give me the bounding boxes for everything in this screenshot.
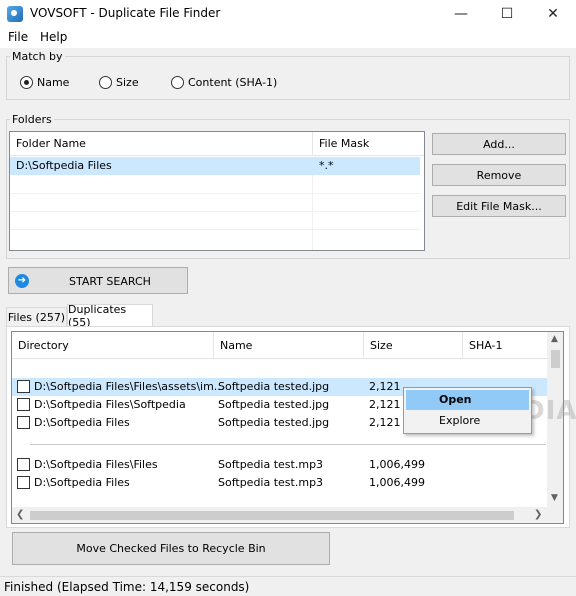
size-cell: 2,121	[369, 380, 401, 393]
tab-files[interactable]: Files (257)	[6, 307, 67, 327]
file-mask-cell: *.*	[319, 159, 334, 172]
scroll-down-icon[interactable]: ▼	[551, 493, 558, 503]
match-size-radio[interactable]: Size	[99, 76, 139, 89]
folders-table[interactable]: Folder Name File Mask D:\Softpedia Files…	[9, 131, 425, 251]
radio-unselected-icon	[171, 76, 184, 89]
match-content-radio[interactable]: Content (SHA-1)	[171, 76, 277, 89]
start-search-button[interactable]: ➜ START SEARCH	[8, 267, 188, 294]
match-name-label: Name	[37, 76, 70, 89]
window-title: VOVSOFT - Duplicate File Finder	[30, 6, 221, 20]
col-file-mask[interactable]: File Mask	[313, 132, 424, 156]
start-search-label: START SEARCH	[69, 275, 151, 288]
scroll-up-icon[interactable]: ▲	[551, 334, 558, 344]
name-cell: Softpedia test.mp3	[218, 476, 324, 489]
row-divider	[10, 193, 420, 194]
row-checkbox[interactable]	[17, 380, 30, 393]
tab-duplicates[interactable]: Duplicates (55)	[67, 303, 153, 329]
col-directory[interactable]: Directory	[12, 332, 214, 359]
col-size[interactable]: Size	[364, 332, 463, 359]
scroll-right-icon[interactable]: ❯	[534, 509, 542, 520]
directory-cell: D:\Softpedia Files\Files\assets\im...	[34, 380, 225, 393]
match-content-label: Content (SHA-1)	[188, 76, 278, 89]
directory-cell: D:\Softpedia Files	[34, 416, 130, 429]
minimize-button[interactable]: —	[438, 0, 484, 28]
column-divider	[312, 175, 313, 250]
scrollbar-corner	[547, 507, 563, 523]
col-sha1[interactable]: SHA-1	[463, 332, 548, 359]
context-open[interactable]: Open	[406, 390, 529, 410]
name-cell: Softpedia test.mp3	[218, 458, 324, 471]
horizontal-scrollbar[interactable]: ❮ ❯	[12, 507, 547, 523]
row-checkbox[interactable]	[17, 398, 30, 411]
scroll-left-icon[interactable]: ❮	[16, 509, 24, 520]
result-row[interactable]: D:\Softpedia Files\Files Softpedia test.…	[12, 456, 548, 474]
title-bar: VOVSOFT - Duplicate File Finder — ☐ ✕	[0, 0, 576, 28]
status-bar: Finished (Elapsed Time: 14,159 seconds)	[0, 576, 576, 596]
size-cell: 2,121	[369, 416, 401, 429]
row-checkbox[interactable]	[17, 416, 30, 429]
name-cell: Softpedia tested.jpg	[218, 416, 330, 429]
match-by-label: Match by	[10, 50, 65, 63]
edit-file-mask-button[interactable]: Edit File Mask...	[432, 195, 566, 217]
size-cell: 1,006,499	[369, 476, 425, 489]
size-cell: 1,006,499	[369, 458, 425, 471]
menu-help[interactable]: Help	[40, 30, 67, 44]
col-name[interactable]: Name	[214, 332, 364, 359]
radio-unselected-icon	[99, 76, 112, 89]
folder-name-cell: D:\Softpedia Files	[16, 159, 112, 172]
folder-row[interactable]: D:\Softpedia Files *.*	[10, 157, 420, 175]
row-checkbox[interactable]	[17, 458, 30, 471]
horizontal-scroll-thumb[interactable]	[30, 511, 514, 520]
folders-header: Folder Name File Mask	[10, 132, 424, 156]
row-divider	[10, 229, 420, 230]
name-cell: Softpedia tested.jpg	[218, 398, 330, 411]
size-cell: 2,121	[369, 398, 401, 411]
row-divider	[10, 211, 420, 212]
result-row[interactable]: D:\Softpedia Files Softpedia test.mp3 1,…	[12, 474, 548, 492]
duplicates-header: Directory Name Size SHA-1	[12, 332, 563, 359]
folders-label: Folders	[10, 113, 54, 126]
group-separator	[30, 444, 546, 445]
directory-cell: D:\Softpedia Files	[34, 476, 130, 489]
add-folder-button[interactable]: Add...	[432, 133, 566, 155]
close-button[interactable]: ✕	[530, 0, 576, 28]
directory-cell: D:\Softpedia Files\Files	[34, 458, 158, 471]
radio-selected-icon	[20, 76, 33, 89]
move-to-recycle-bin-button[interactable]: Move Checked Files to Recycle Bin	[12, 532, 330, 565]
col-folder-name[interactable]: Folder Name	[10, 132, 313, 156]
context-menu: Open Explore	[403, 387, 532, 434]
remove-folder-button[interactable]: Remove	[432, 164, 566, 186]
context-explore[interactable]: Explore	[406, 411, 529, 431]
row-checkbox[interactable]	[17, 476, 30, 489]
vertical-scroll-thumb[interactable]	[551, 350, 560, 368]
menu-bar: File Help	[0, 28, 576, 48]
maximize-button[interactable]: ☐	[484, 0, 530, 28]
match-size-label: Size	[116, 76, 139, 89]
match-by-group	[6, 56, 570, 100]
directory-cell: D:\Softpedia Files\Softpedia	[34, 398, 186, 411]
app-icon	[7, 6, 23, 22]
arrow-right-icon: ➜	[15, 274, 29, 288]
menu-file[interactable]: File	[8, 30, 28, 44]
match-name-radio[interactable]: Name	[20, 76, 69, 89]
name-cell: Softpedia tested.jpg	[218, 380, 330, 393]
status-text: Finished (Elapsed Time: 14,159 seconds)	[4, 580, 250, 594]
